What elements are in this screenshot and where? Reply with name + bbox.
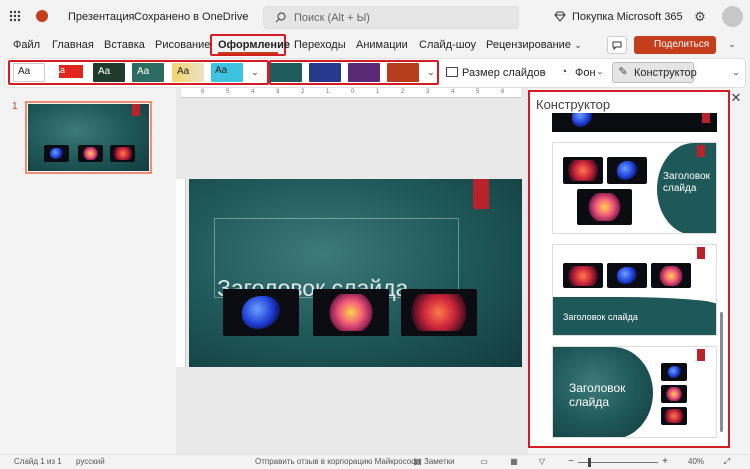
variant-blue[interactable] bbox=[309, 63, 341, 82]
feedback-link[interactable]: Отправить отзыв в корпорацию Майкрософт bbox=[255, 458, 421, 466]
tab-slideshow[interactable]: Слайд-шоу bbox=[419, 39, 476, 51]
share-button[interactable]: Поделиться bbox=[634, 36, 716, 54]
settings-gear-icon[interactable]: ⚙ bbox=[693, 9, 707, 23]
red-accent-tag bbox=[473, 179, 489, 209]
theme-red[interactable]: Aa bbox=[51, 63, 83, 82]
reading-view-icon[interactable]: ▽ bbox=[537, 457, 547, 467]
collapse-icon[interactable]: ⌄ bbox=[726, 38, 738, 50]
ribbon-expand-chevron-icon[interactable]: ⌄ bbox=[731, 67, 741, 77]
thumb-image-pink bbox=[78, 145, 103, 162]
theme-pastel[interactable]: Aa bbox=[172, 63, 204, 82]
separator-dot: · bbox=[126, 10, 130, 22]
background-chevron-icon[interactable]: ⌄ bbox=[596, 67, 604, 77]
search-box[interactable]: Поиск (Alt + Ы) bbox=[263, 6, 519, 29]
diamond-icon bbox=[554, 10, 566, 22]
thumb-image-blue bbox=[44, 145, 69, 162]
variant-teal[interactable] bbox=[270, 63, 302, 82]
horizontal-ruler: 6 5 4 3 2 1 0 1 2 3 4 5 6 bbox=[181, 88, 521, 98]
designer-option-3[interactable]: Заголовок слайда bbox=[552, 346, 717, 438]
notes-icon: ▤ bbox=[414, 457, 422, 466]
designer-option-1[interactable]: Заголовок слайда bbox=[552, 142, 717, 234]
tab-design[interactable]: Оформление bbox=[218, 39, 290, 51]
close-icon[interactable]: ✕ bbox=[729, 90, 743, 104]
avatar[interactable] bbox=[722, 6, 743, 27]
share-label: Поделиться bbox=[654, 39, 710, 50]
tab-draw[interactable]: Рисование bbox=[155, 39, 210, 51]
slides-panel: 1 bbox=[0, 88, 175, 454]
tab-review[interactable]: Рецензирование bbox=[486, 39, 571, 51]
zoom-level[interactable]: 40% bbox=[688, 458, 704, 466]
thumb-image-red bbox=[110, 145, 135, 162]
designer-option-0[interactable] bbox=[552, 113, 717, 132]
slide-thumbnail-1[interactable] bbox=[25, 101, 152, 174]
more-tabs-chevron-icon[interactable]: ⌄ bbox=[573, 40, 583, 50]
slide-counter: Слайд 1 из 1 bbox=[14, 457, 62, 466]
app-launcher-icon[interactable] bbox=[8, 9, 22, 23]
notes-button[interactable]: Заметки bbox=[424, 458, 455, 466]
slide-number: 1 bbox=[12, 101, 18, 112]
zoom-out-icon[interactable]: − bbox=[566, 457, 576, 467]
tab-insert[interactable]: Вставка bbox=[104, 39, 145, 51]
comments-icon[interactable] bbox=[607, 36, 627, 54]
slide-image-red[interactable] bbox=[401, 289, 477, 336]
design-ribbon: Aa Aa Aa Aa Aa Aa ⌄ ⌄ Размер слайдов ⌄ ◔… bbox=[4, 58, 746, 88]
designer-title: Конструктор bbox=[536, 97, 611, 112]
tab-animations[interactable]: Анимации bbox=[356, 39, 408, 51]
fit-to-window-icon[interactable]: ⤢ bbox=[722, 457, 732, 467]
tab-transitions[interactable]: Переходы bbox=[294, 39, 346, 51]
designer-option-2[interactable]: Заголовок слайда bbox=[552, 244, 717, 336]
ribbon-tabs: Файл Главная Вставка Рисование Оформлени… bbox=[0, 34, 750, 58]
designer-scrollbar[interactable] bbox=[720, 312, 723, 432]
designer-button[interactable]: ✎ Конструктор bbox=[612, 62, 697, 83]
buy-microsoft-365-link[interactable]: Покупка Microsoft 365 bbox=[572, 12, 683, 23]
slide-size-icon bbox=[446, 67, 458, 77]
theme-teal-gradient[interactable]: Aa bbox=[132, 63, 164, 82]
slide-image-pink[interactable] bbox=[313, 289, 389, 336]
zoom-slider[interactable] bbox=[578, 458, 658, 467]
designer-pane: Конструктор Заголовок слайда Заголовок с… bbox=[528, 90, 730, 448]
background-button[interactable]: Фон bbox=[575, 68, 596, 79]
search-icon bbox=[274, 11, 286, 23]
slide-size-button[interactable]: Размер слайдов bbox=[462, 68, 545, 79]
slide-canvas[interactable]: Заголовок слайда bbox=[189, 179, 522, 367]
designer-wand-icon: ✎ bbox=[618, 65, 628, 78]
background-icon: ◔ bbox=[560, 65, 568, 78]
tab-home[interactable]: Главная bbox=[52, 39, 94, 51]
active-tab-underline bbox=[218, 52, 278, 54]
theme-office[interactable]: Aa bbox=[13, 63, 45, 82]
option3-title: Заголовок слайда bbox=[569, 381, 626, 409]
slide-sorter-icon[interactable]: ▦ bbox=[509, 457, 519, 467]
theme-sky-blue[interactable]: Aa bbox=[211, 63, 243, 82]
option1-title: Заголовок слайда bbox=[663, 171, 711, 194]
vertical-ruler bbox=[176, 179, 186, 367]
slide-image-blue[interactable] bbox=[223, 289, 299, 336]
option2-title: Заголовок слайда bbox=[563, 312, 638, 322]
search-input[interactable]: Поиск (Alt + Ы) bbox=[294, 13, 370, 24]
document-title[interactable]: Презентация bbox=[68, 12, 134, 23]
save-status[interactable]: Сохранено в OneDrive bbox=[134, 12, 248, 23]
variant-purple[interactable] bbox=[348, 63, 380, 82]
normal-view-icon[interactable]: ▭ bbox=[479, 457, 489, 467]
variant-orange[interactable] bbox=[387, 63, 419, 82]
theme-dark-green[interactable]: Aa bbox=[93, 63, 125, 82]
status-bar: Слайд 1 из 1 русский Отправить отзыв в к… bbox=[0, 454, 750, 469]
slide-size-chevron-icon[interactable]: ⌄ bbox=[540, 67, 548, 77]
language-indicator[interactable]: русский bbox=[76, 458, 105, 466]
variants-more-chevron-icon[interactable]: ⌄ bbox=[425, 66, 437, 78]
chevron-down-icon[interactable]: ⌄ bbox=[239, 11, 249, 21]
tab-file[interactable]: Файл bbox=[13, 39, 40, 51]
title-bar: Презентация · Сохранено в OneDrive ⌄ Пои… bbox=[0, 0, 750, 34]
slide-editor: 6 5 4 3 2 1 0 1 2 3 4 5 6 Заголовок слай… bbox=[176, 88, 528, 454]
designer-label: Конструктор bbox=[634, 67, 697, 79]
zoom-slider-thumb[interactable] bbox=[588, 458, 591, 467]
themes-more-chevron-icon[interactable]: ⌄ bbox=[249, 66, 261, 78]
powerpoint-logo-icon bbox=[36, 10, 48, 22]
zoom-in-icon[interactable]: + bbox=[660, 457, 670, 467]
